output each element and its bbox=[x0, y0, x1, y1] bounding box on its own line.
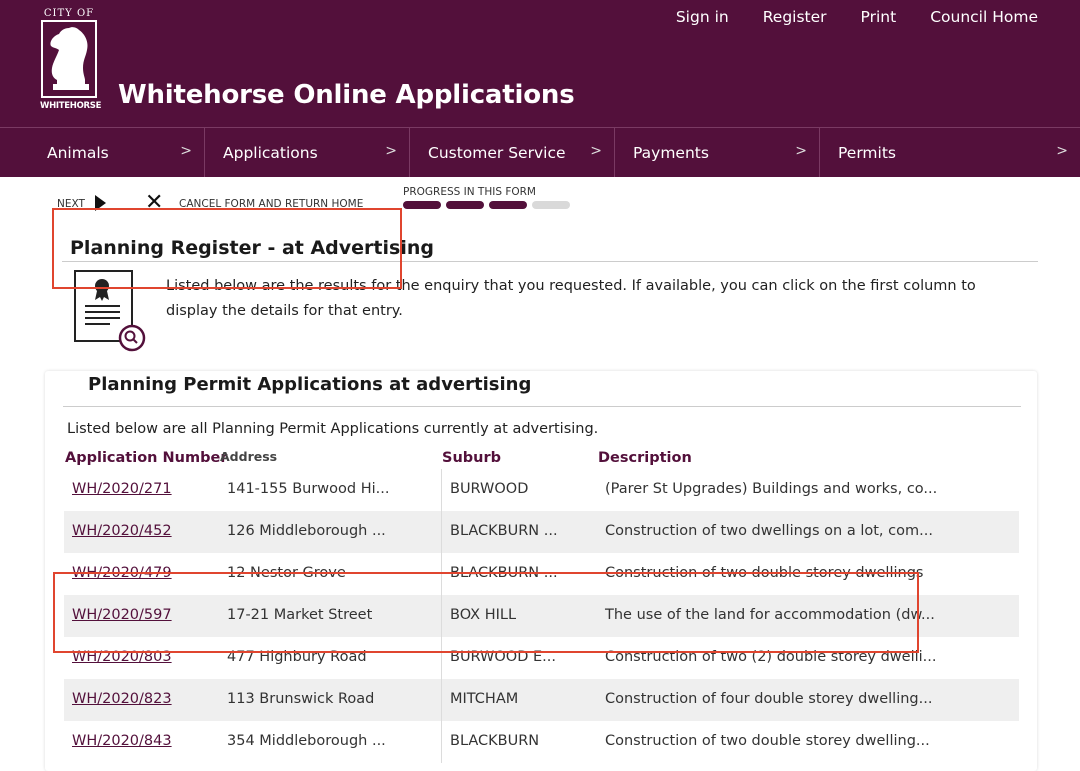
highlight-box-heading bbox=[52, 208, 402, 289]
column-separator bbox=[441, 679, 442, 721]
card-title: Planning Permit Applications at advertis… bbox=[88, 374, 532, 395]
table-row: WH/2020/271 141-155 Burwood Hi... BURWOO… bbox=[64, 469, 1019, 511]
sign-in-link[interactable]: Sign in bbox=[676, 8, 729, 26]
suburb-cell: MITCHAM bbox=[450, 691, 519, 707]
suburb-cell: BLACKBURN ... bbox=[450, 523, 558, 539]
logo-name-text: WHITEHORSE bbox=[40, 101, 102, 111]
description-cell: (Parer St Upgrades) Buildings and works,… bbox=[605, 481, 938, 497]
progress-step-pending bbox=[532, 201, 570, 209]
address-cell: 126 Middleborough ... bbox=[227, 523, 386, 539]
column-separator bbox=[441, 511, 442, 553]
highlight-box-row bbox=[53, 572, 919, 653]
address-cell: 113 Brunswick Road bbox=[227, 691, 375, 707]
application-number-link[interactable]: WH/2020/452 bbox=[72, 523, 172, 539]
suburb-cell: BURWOOD bbox=[450, 481, 529, 497]
column-separator bbox=[441, 721, 442, 763]
nav-item-animals[interactable]: Animals > bbox=[0, 128, 205, 177]
table-row: WH/2020/823 113 Brunswick Road MITCHAM C… bbox=[64, 679, 1019, 721]
main-nav: Animals > Applications > Customer Servic… bbox=[0, 127, 1080, 177]
progress-step-complete bbox=[446, 201, 484, 209]
register-link[interactable]: Register bbox=[763, 8, 827, 26]
nav-item-label: Applications bbox=[223, 144, 318, 162]
application-number-link[interactable]: WH/2020/823 bbox=[72, 691, 172, 707]
divider bbox=[63, 406, 1021, 407]
chevron-right-icon: > bbox=[385, 143, 397, 159]
logo-frame bbox=[41, 20, 97, 98]
nav-item-label: Animals bbox=[47, 144, 109, 162]
table-row: WH/2020/843 354 Middleborough ... BLACKB… bbox=[64, 721, 1019, 763]
address-cell: 354 Middleborough ... bbox=[227, 733, 386, 749]
council-home-link[interactable]: Council Home bbox=[930, 8, 1038, 26]
form-progress: PROGRESS IN THIS FORM bbox=[403, 186, 570, 209]
nav-item-label: Permits bbox=[838, 144, 896, 162]
nav-item-permits[interactable]: Permits > bbox=[820, 128, 1080, 177]
progress-bars bbox=[403, 201, 570, 209]
logo-city-text: CITY OF bbox=[43, 8, 95, 19]
site-header: CITY OF WHITEHORSE Whitehorse Online App… bbox=[0, 0, 1080, 127]
chevron-right-icon: > bbox=[795, 143, 807, 159]
column-header-address[interactable]: Address bbox=[220, 449, 277, 464]
description-cell: Construction of two double storey dwelli… bbox=[605, 733, 930, 749]
chevron-right-icon: > bbox=[590, 143, 602, 159]
nav-item-label: Customer Service bbox=[428, 144, 566, 162]
chevron-right-icon: > bbox=[180, 143, 192, 159]
address-cell: 141-155 Burwood Hi... bbox=[227, 481, 390, 497]
card-intro-text: Listed below are all Planning Permit App… bbox=[67, 421, 599, 437]
top-links: Sign in Register Print Council Home bbox=[676, 8, 1038, 26]
nav-item-label: Payments bbox=[633, 144, 709, 162]
nav-item-payments[interactable]: Payments > bbox=[615, 128, 820, 177]
column-header-suburb[interactable]: Suburb bbox=[442, 450, 501, 466]
suburb-cell: BLACKBURN bbox=[450, 733, 540, 749]
description-cell: Construction of two dwellings on a lot, … bbox=[605, 523, 933, 539]
application-number-link[interactable]: WH/2020/843 bbox=[72, 733, 172, 749]
chevron-right-icon: > bbox=[1056, 143, 1068, 159]
whitehorse-logo[interactable]: CITY OF WHITEHORSE bbox=[40, 8, 102, 114]
horse-head-icon bbox=[50, 27, 89, 90]
progress-label: PROGRESS IN THIS FORM bbox=[403, 186, 536, 198]
column-header-description[interactable]: Description bbox=[598, 450, 692, 466]
nav-item-applications[interactable]: Applications > bbox=[205, 128, 410, 177]
application-number-link[interactable]: WH/2020/271 bbox=[72, 481, 172, 497]
column-separator bbox=[441, 469, 442, 511]
progress-step-complete bbox=[403, 201, 441, 209]
table-row: WH/2020/452 126 Middleborough ... BLACKB… bbox=[64, 511, 1019, 553]
column-header-application-number[interactable]: Application Number bbox=[65, 450, 227, 466]
progress-step-complete bbox=[489, 201, 527, 209]
print-link[interactable]: Print bbox=[861, 8, 897, 26]
site-title: Whitehorse Online Applications bbox=[118, 80, 575, 110]
description-cell: Construction of four double storey dwell… bbox=[605, 691, 933, 707]
nav-item-customer-service[interactable]: Customer Service > bbox=[410, 128, 615, 177]
